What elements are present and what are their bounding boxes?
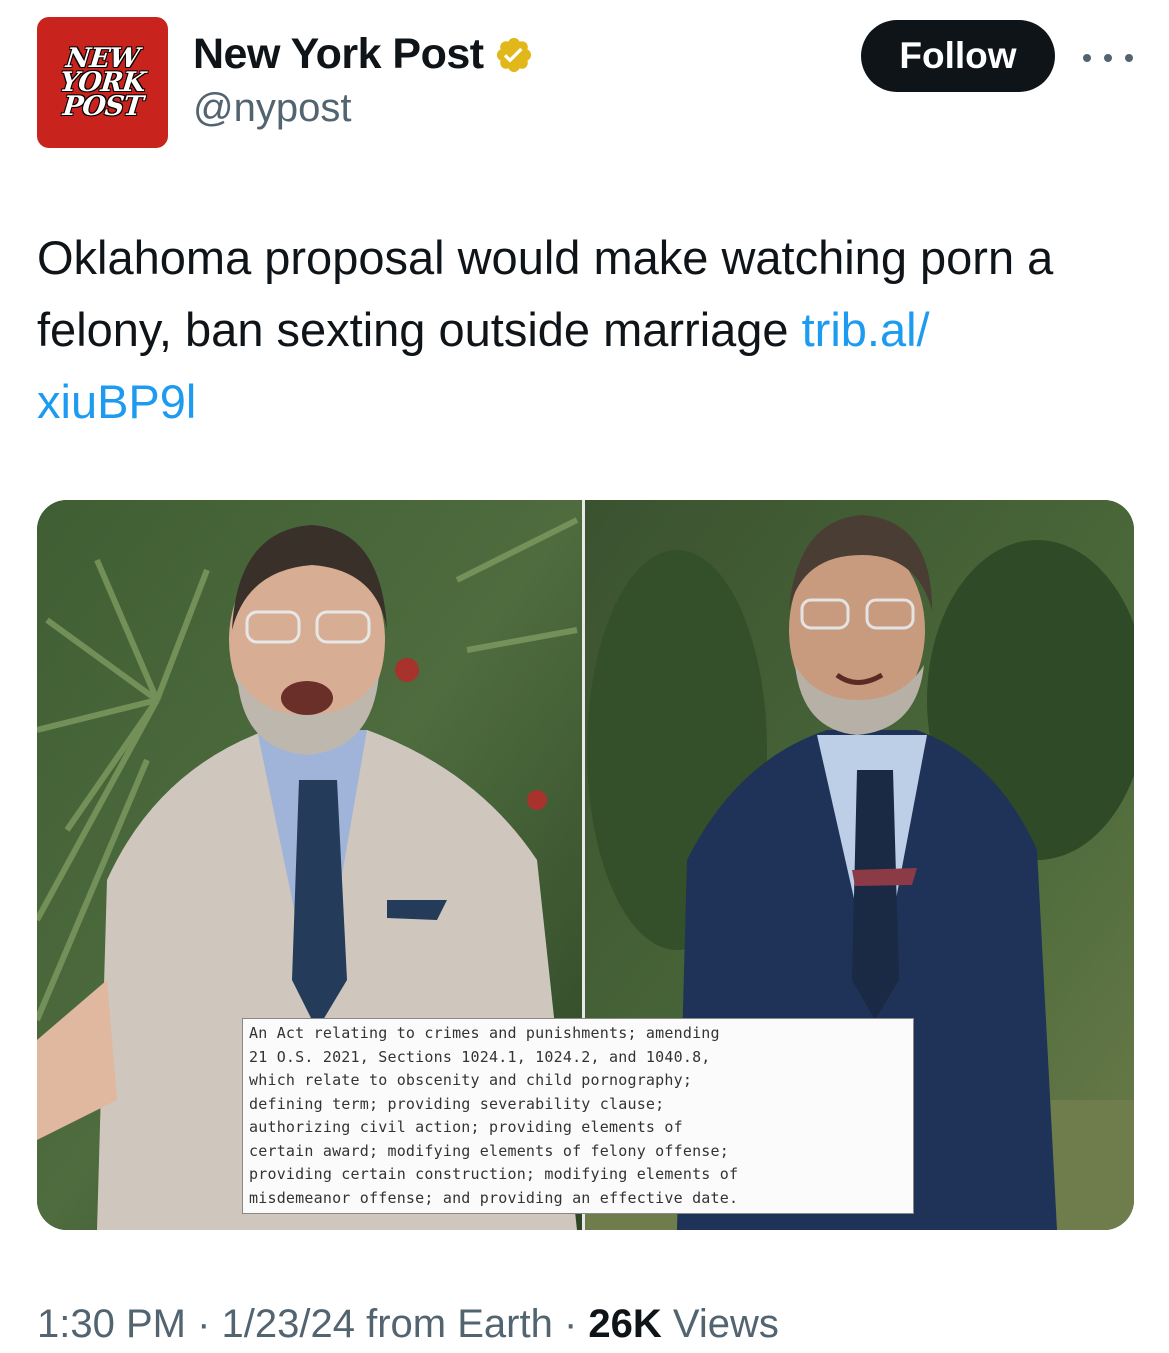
tweet-text: Oklahoma proposal would make watching po… [37,222,1137,438]
follow-button[interactable]: Follow [861,20,1055,92]
separator: · [185,1302,222,1346]
doc-line: authorizing civil action; providing elem… [249,1118,683,1136]
doc-line: defining term; providing severability cl… [249,1094,665,1113]
doc-line: 21 O.S. 2021, Sections 1024.1, 1024.2, a… [249,1047,711,1066]
handle[interactable]: @nypost [193,86,351,131]
avatar[interactable]: NEW YORK POST [37,17,168,148]
doc-line: certain award; modifying elements of fel… [249,1141,729,1160]
name-row[interactable]: New York Post [193,30,534,79]
tweet-meta: 1:30 PM · 1/23/24 from Earth · 26K Views [37,1302,779,1347]
views-label: Views [661,1302,779,1346]
tweet-time[interactable]: 1:30 PM [37,1302,186,1346]
gold-verified-badge-icon [496,37,531,72]
doc-line: which relate to obscenity and child porn… [249,1071,693,1089]
bill-text-excerpt: An Act relating to crimes and punishment… [242,1018,914,1214]
views-count: 26K [588,1302,662,1346]
more-dots-icon[interactable] [1083,38,1133,78]
logo-line-3: POST [61,90,144,122]
tweet-date[interactable]: 1/23/24 [222,1302,355,1346]
doc-line: misdemeanor offense; and providing an ef… [249,1188,739,1207]
tweet-location: from Earth [354,1302,553,1346]
doc-line: providing certain construction; modifyin… [249,1165,739,1183]
tweet-media-image[interactable]: An Act relating to crimes and punishment… [37,500,1134,1230]
doc-line: An Act relating to crimes and punishment… [249,1024,720,1042]
display-name[interactable]: New York Post [193,30,484,79]
separator: · [552,1302,589,1346]
